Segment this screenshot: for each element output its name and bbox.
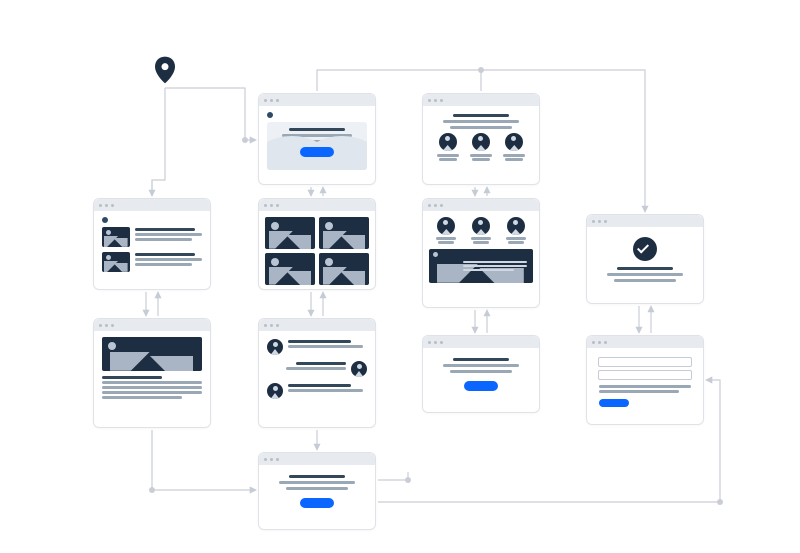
node-success-page	[586, 214, 704, 304]
avatar-icon	[351, 361, 367, 377]
node-cta-page	[422, 335, 540, 413]
thumbnail-image-icon	[102, 227, 130, 247]
gallery-image-icon	[265, 253, 315, 285]
window-titlebar	[259, 94, 375, 106]
node-team-page	[422, 93, 540, 185]
node-form-page	[586, 335, 704, 425]
avatar-icon	[267, 383, 283, 399]
text-input	[598, 357, 692, 367]
gallery-image-icon	[265, 217, 315, 249]
start-map-pin-icon	[155, 56, 175, 84]
text-input	[598, 370, 692, 380]
gallery-image-icon	[319, 253, 369, 285]
sitemap-diagram: { "diagram": { "type": "user-flow-sitema…	[0, 0, 800, 553]
favicon-icon	[267, 112, 273, 118]
submit-button	[599, 399, 629, 407]
node-landing-page	[258, 93, 376, 185]
avatar-icon	[437, 217, 455, 235]
hero-image-icon	[102, 337, 202, 371]
thumbnail-image-icon	[102, 252, 130, 272]
node-image-gallery	[258, 198, 376, 290]
avatar-icon	[439, 133, 457, 151]
avatar-icon	[505, 133, 523, 151]
favicon-icon	[102, 217, 108, 223]
avatar-icon	[267, 339, 283, 355]
check-circle-icon	[633, 237, 657, 261]
banner-image-icon	[429, 249, 533, 283]
cta-button	[300, 498, 334, 508]
node-team-detail	[422, 198, 540, 308]
avatar-icon	[472, 133, 490, 151]
gallery-image-icon	[319, 217, 369, 249]
cta-button	[464, 381, 498, 391]
node-article-list	[93, 198, 211, 290]
node-cta-page	[258, 452, 376, 530]
node-article-page	[93, 318, 211, 428]
avatar-icon	[507, 217, 525, 235]
cta-button	[300, 147, 334, 157]
avatar-icon	[472, 217, 490, 235]
node-feed-list	[258, 318, 376, 428]
